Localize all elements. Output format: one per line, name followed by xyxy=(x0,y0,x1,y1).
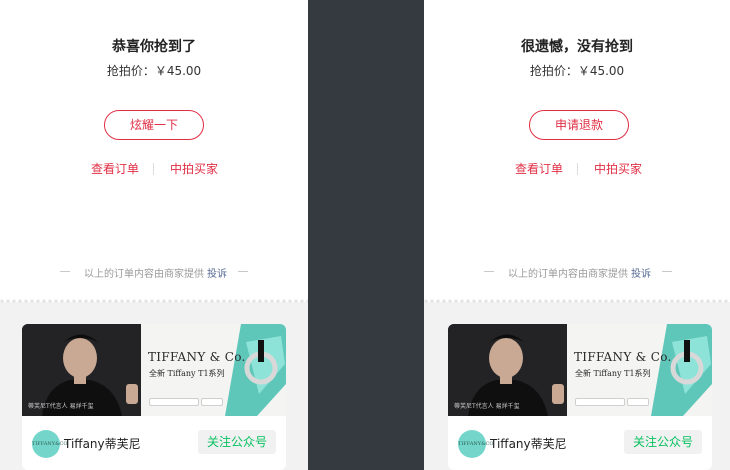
view-order-link[interactable]: 查看订单 xyxy=(515,160,563,178)
order-links: 查看订单 中拍买家 xyxy=(424,160,730,178)
complain-link[interactable]: 投诉 xyxy=(207,269,227,280)
ad-card[interactable]: 蒂芙尼T代言人 易烊千玺 TIFFANY & Co. 全新 Tiffany T1… xyxy=(22,324,286,470)
ad-card[interactable]: 蒂芙尼T代言人 易烊千玺 TIFFANY & Co. 全新 Tiffany T1… xyxy=(448,324,712,470)
brand-logo-icon: TIFFANY&CO. xyxy=(458,430,495,458)
brand-name: TIFFANY & Co. xyxy=(574,350,672,364)
divider-line xyxy=(60,271,70,272)
ad-photo: 蒂芙尼T代言人 易烊千玺 xyxy=(448,324,567,416)
provider-text: 以上的订单内容由商家提供 xyxy=(84,269,204,280)
photo-caption: 蒂芙尼T代言人 易烊千玺 xyxy=(454,403,520,410)
divider-line xyxy=(662,271,672,272)
link-separator xyxy=(577,163,578,175)
brand-area: TIFFANY & Co. 全新 Tiffany T1系列 xyxy=(567,324,712,416)
ad-banner[interactable]: 蒂芙尼T代言人 易烊千玺 TIFFANY & Co. 全新 Tiffany T1… xyxy=(448,324,712,416)
provider-note: 以上的订单内容由商家提供 投诉 xyxy=(0,264,308,280)
failure-panel: 很遗憾，没有抢到 抢拍价：￥45.00 申请退款 查看订单 中拍买家 以上的订单… xyxy=(424,0,730,470)
qr-chip xyxy=(627,398,649,406)
link-separator xyxy=(153,163,154,175)
winning-buyers-link[interactable]: 中拍买家 xyxy=(594,160,642,178)
divider-line xyxy=(484,271,494,272)
winning-buyers-link[interactable]: 中拍买家 xyxy=(170,160,218,178)
result-title: 恭喜你抢到了 xyxy=(112,39,196,55)
brand-subtitle: 全新 Tiffany T1系列 xyxy=(149,369,225,378)
center-divider xyxy=(308,0,424,470)
ad-account-row: TIFFANY&CO. Tiffany蒂芙尼 关注公众号 xyxy=(22,416,286,470)
brand-logo-icon: TIFFANY&CO. xyxy=(32,430,69,458)
scan-chip xyxy=(149,398,199,406)
ad-photo: 蒂芙尼T代言人 易烊千玺 xyxy=(22,324,141,416)
brand-name: TIFFANY & Co. xyxy=(148,350,246,364)
perforated-edge xyxy=(424,299,730,303)
provider-note: 以上的订单内容由商家提供 投诉 xyxy=(424,264,730,280)
account-name: Tiffany蒂芙尼 xyxy=(490,437,567,451)
account-name: Tiffany蒂芙尼 xyxy=(64,437,141,451)
auction-price: 抢拍价：￥45.00 xyxy=(529,64,625,78)
perforated-edge xyxy=(0,299,308,303)
refund-button[interactable]: 申请退款 xyxy=(529,110,629,140)
complain-link[interactable]: 投诉 xyxy=(631,269,651,280)
show-off-button[interactable]: 炫耀一下 xyxy=(104,110,204,140)
ad-banner[interactable]: 蒂芙尼T代言人 易烊千玺 TIFFANY & Co. 全新 Tiffany T1… xyxy=(22,324,286,416)
follow-account-button[interactable]: 关注公众号 xyxy=(624,430,702,454)
divider-line xyxy=(238,271,248,272)
auction-price: 抢拍价：￥45.00 xyxy=(106,64,202,78)
view-order-link[interactable]: 查看订单 xyxy=(91,160,139,178)
brand-subtitle: 全新 Tiffany T1系列 xyxy=(575,369,651,378)
qr-chip xyxy=(201,398,223,406)
result-title: 很遗憾，没有抢到 xyxy=(521,39,633,55)
brand-area: TIFFANY & Co. 全新 Tiffany T1系列 xyxy=(141,324,286,416)
photo-caption: 蒂芙尼T代言人 易烊千玺 xyxy=(28,403,94,410)
success-panel: 恭喜你抢到了 抢拍价：￥45.00 炫耀一下 查看订单 中拍买家 以上的订单内容… xyxy=(0,0,308,470)
follow-account-button[interactable]: 关注公众号 xyxy=(198,430,276,454)
order-links: 查看订单 中拍买家 xyxy=(0,160,308,178)
provider-text: 以上的订单内容由商家提供 xyxy=(508,269,628,280)
ad-account-row: TIFFANY&CO. Tiffany蒂芙尼 关注公众号 xyxy=(448,416,712,470)
scan-chip xyxy=(575,398,625,406)
